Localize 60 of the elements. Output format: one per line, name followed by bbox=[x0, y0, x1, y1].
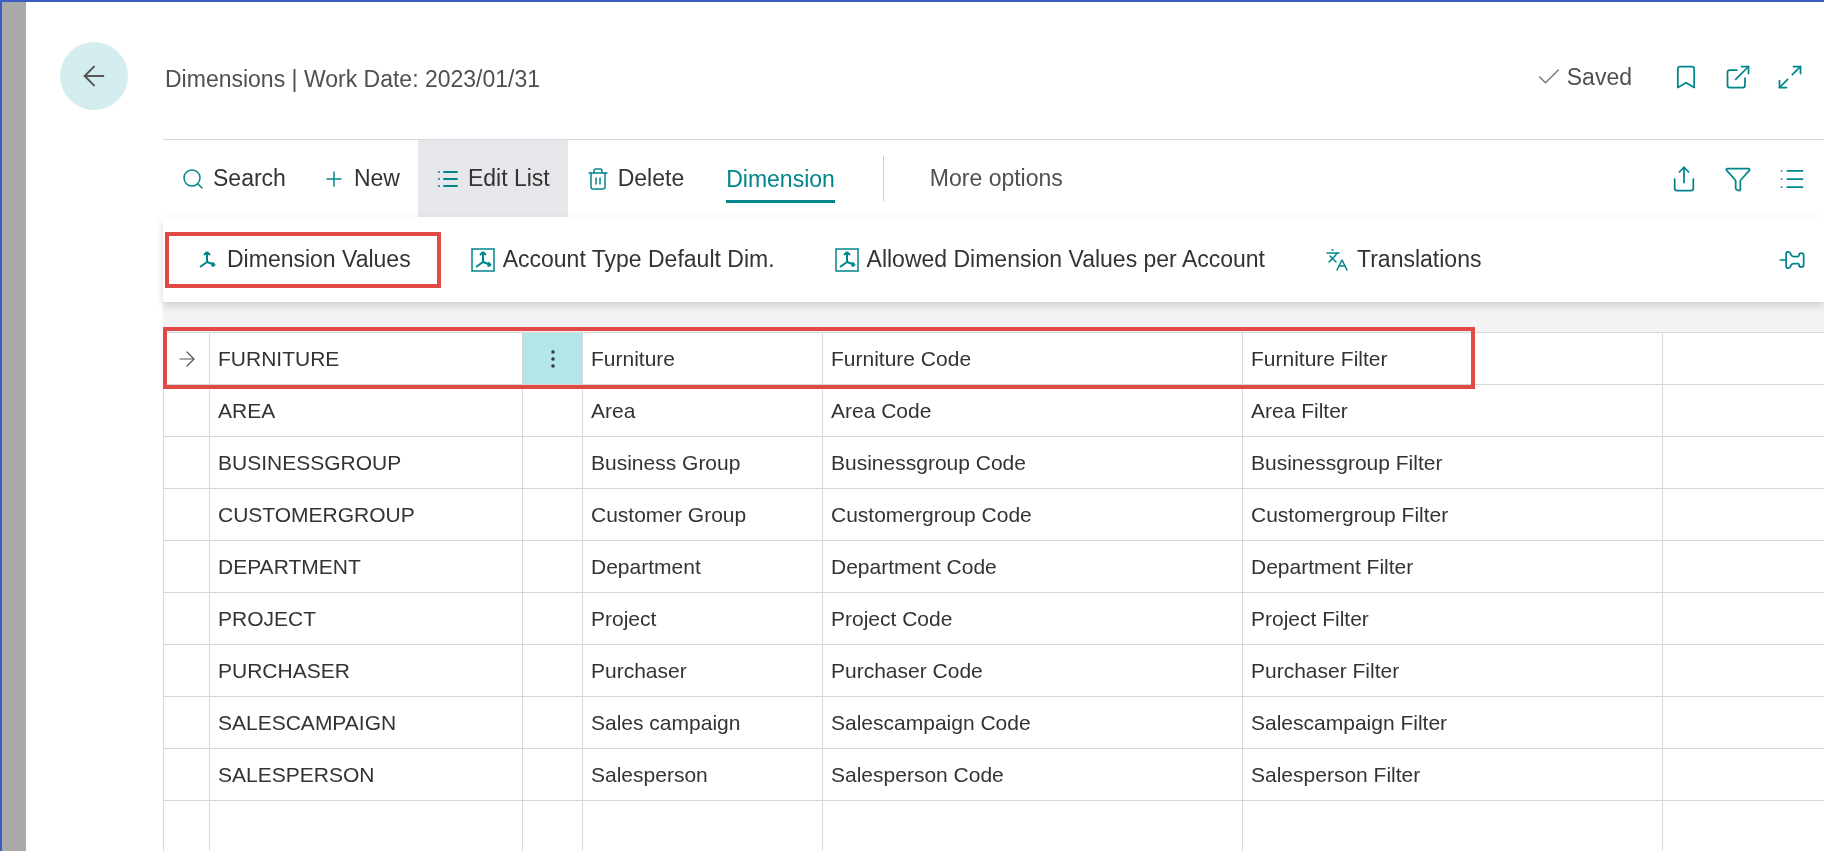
page-title: Dimensions | Work Date: 2023/01/31 bbox=[165, 65, 541, 94]
table-cell: PROJECT bbox=[210, 593, 523, 645]
table-cell: Businessgroup Code bbox=[823, 437, 1243, 489]
table-cell: Purchaser Code bbox=[823, 645, 1243, 697]
table-cell: Businessgroup Filter bbox=[1243, 437, 1663, 489]
table-cell: Customergroup Code bbox=[823, 489, 1243, 541]
saved-status: Saved bbox=[1534, 60, 1632, 95]
table-cell bbox=[163, 541, 210, 593]
table-cell: Salescampaign Code bbox=[823, 697, 1243, 749]
table-cell bbox=[163, 437, 210, 489]
table-cell: CUSTOMERGROUP bbox=[210, 489, 523, 541]
trash-icon bbox=[585, 166, 610, 191]
table-cell: Area Code bbox=[823, 385, 1243, 437]
table-cell: Purchaser Filter bbox=[1243, 645, 1663, 697]
framed-branch-icon bbox=[834, 247, 859, 272]
dimension-action-button[interactable]: Allowed Dimension Values per Account bbox=[804, 231, 1295, 288]
dimension-tab[interactable]: Dimension bbox=[726, 140, 835, 217]
table-cell: BUSINESSGROUP bbox=[210, 437, 523, 489]
table-cell bbox=[163, 749, 210, 801]
table-cell: SALESCAMPAIGN bbox=[210, 697, 523, 749]
delete-button[interactable]: Delete bbox=[567, 140, 703, 217]
translate-icon bbox=[1325, 247, 1349, 272]
table-cell: Salesperson bbox=[583, 749, 823, 801]
edit-button[interactable]: Edit List bbox=[417, 140, 568, 217]
search-button[interactable]: Search bbox=[163, 140, 304, 217]
dimension-action-button[interactable]: Dimension Values bbox=[165, 231, 441, 288]
table-cell: Department Code bbox=[823, 541, 1243, 593]
table-cell: AREA bbox=[210, 385, 523, 437]
table-cell: Project Code bbox=[823, 593, 1243, 645]
table-cell bbox=[163, 801, 210, 851]
table-cell bbox=[163, 697, 210, 749]
table-cell: Purchaser bbox=[583, 645, 823, 697]
table-cell: Customergroup Filter bbox=[1243, 489, 1663, 541]
table-cell: Department Filter bbox=[1243, 541, 1663, 593]
table-cell: Area Filter bbox=[1243, 385, 1663, 437]
table-cell: Customer Group bbox=[583, 489, 823, 541]
table-cell: PURCHASER bbox=[210, 645, 523, 697]
table-cell: Project bbox=[583, 593, 823, 645]
framed-branch-icon bbox=[470, 247, 495, 272]
more-options-button[interactable]: More options bbox=[883, 140, 1109, 217]
new-button[interactable]: New bbox=[303, 140, 418, 217]
table-cell: SALESPERSON bbox=[210, 749, 523, 801]
dimension-action-button[interactable]: Account Type Default Dim. bbox=[440, 231, 805, 288]
table-cell: Area bbox=[583, 385, 823, 437]
table-cell: Furniture Code bbox=[823, 333, 1243, 385]
translations-button[interactable]: Translations bbox=[1295, 231, 1512, 288]
table-cell: Salesperson Filter bbox=[1243, 749, 1663, 801]
table-cell bbox=[163, 645, 210, 697]
table-cell: Department bbox=[583, 541, 823, 593]
table-cell: Salescampaign Filter bbox=[1243, 697, 1663, 749]
table-cell: Salesperson Code bbox=[823, 749, 1243, 801]
table-cell bbox=[163, 489, 210, 541]
table-cell: Project Filter bbox=[1243, 593, 1663, 645]
table-cell: Furniture bbox=[583, 333, 823, 385]
table-cell bbox=[163, 593, 210, 645]
search-icon bbox=[181, 166, 205, 191]
table-cell: Business Group bbox=[583, 437, 823, 489]
table-cell: Furniture Filter bbox=[1243, 333, 1663, 385]
table-cell: DEPARTMENT bbox=[210, 541, 523, 593]
table-cell: Sales campaign bbox=[583, 697, 823, 749]
